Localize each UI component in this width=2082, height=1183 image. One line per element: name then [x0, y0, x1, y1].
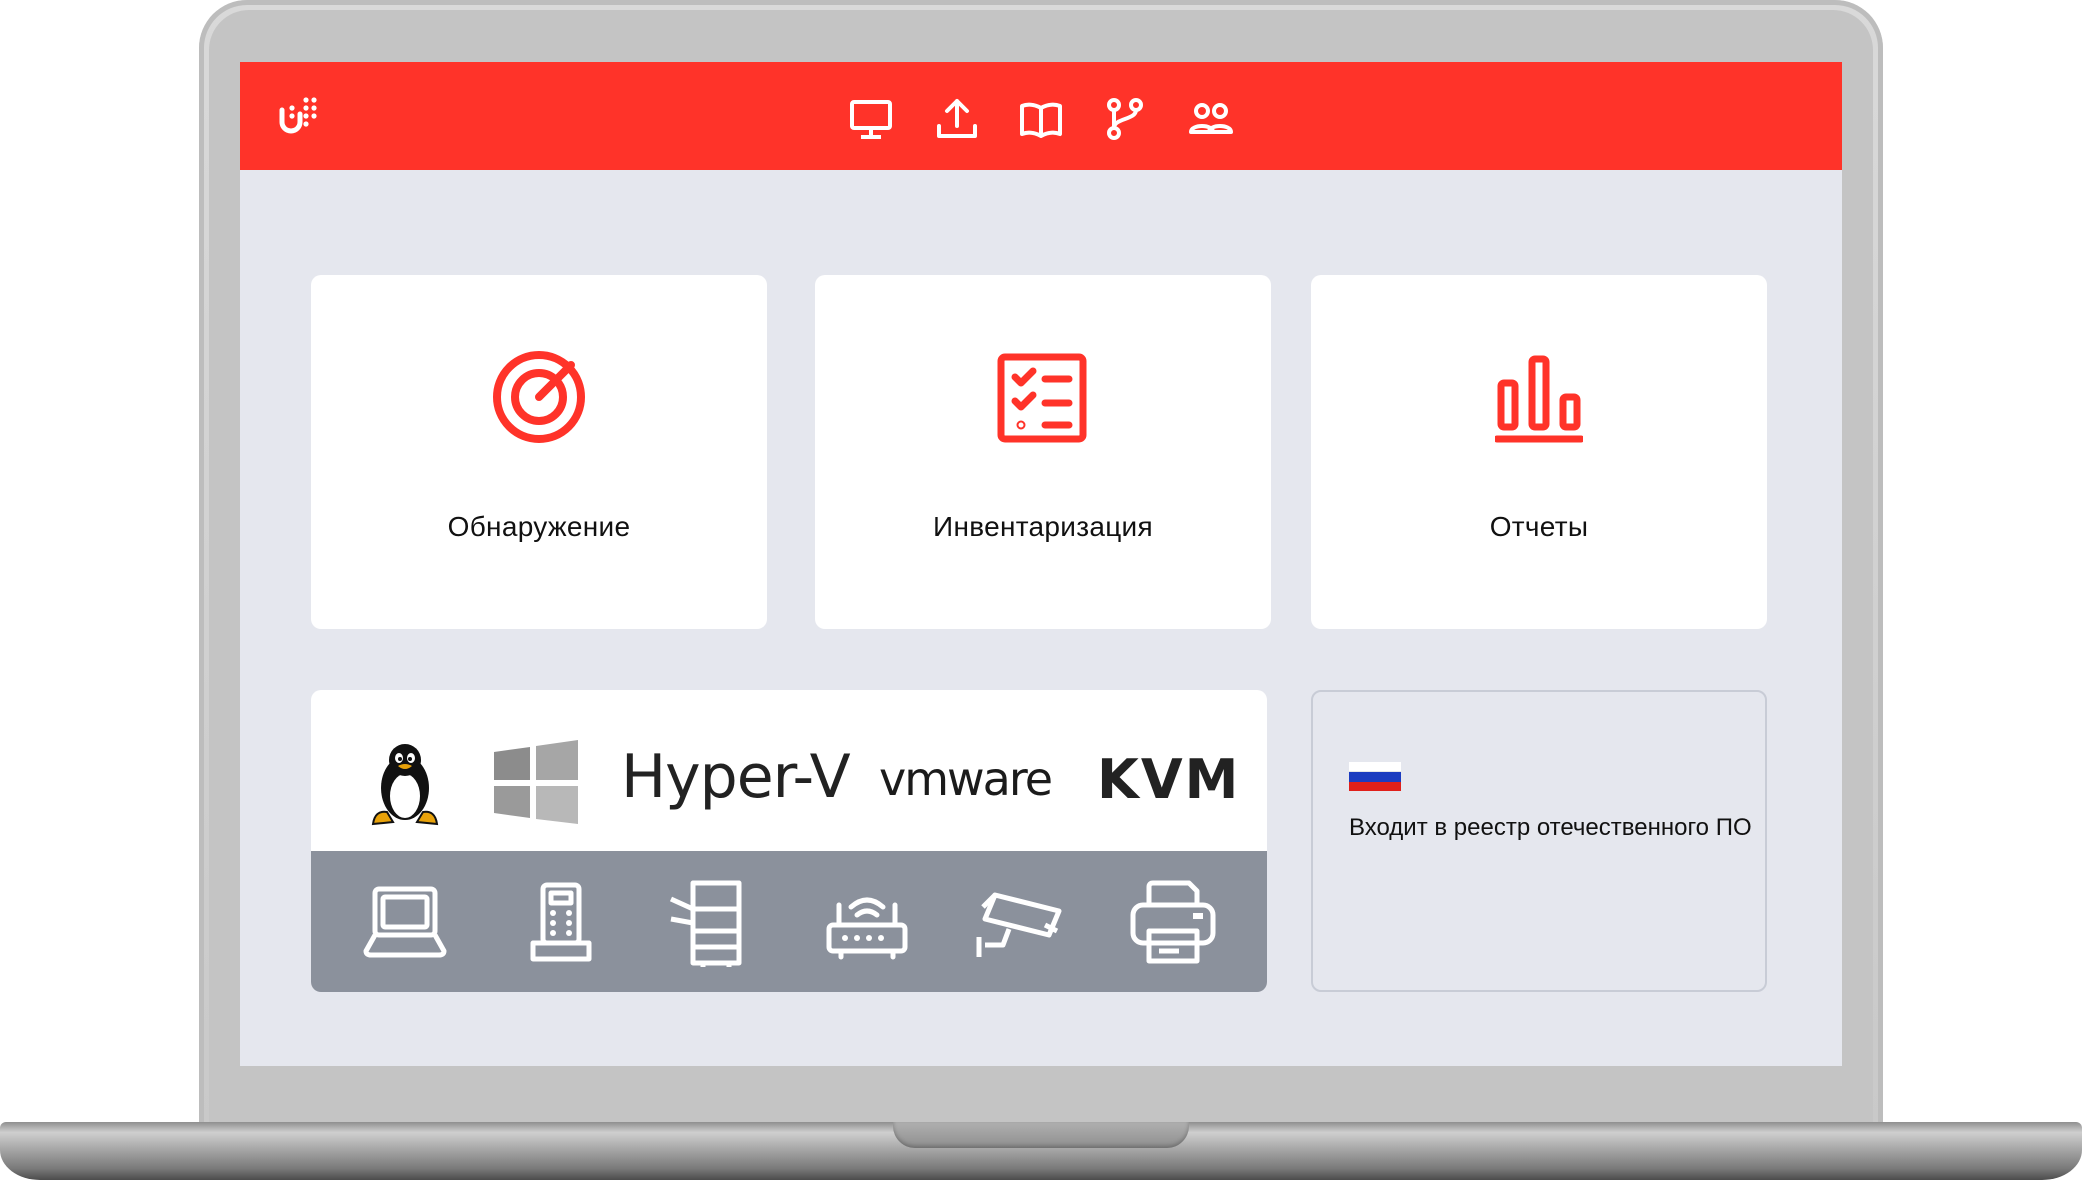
target-icon: [493, 351, 585, 443]
branch-icon[interactable]: [1102, 96, 1148, 142]
platforms-panel: Hyper-V vmware KVM: [311, 690, 1267, 992]
card-discovery[interactable]: Обнаружение: [311, 275, 767, 629]
u-logo-icon[interactable]: [276, 94, 322, 140]
card-title: Инвентаризация: [933, 511, 1153, 542]
card-title: Отчеты: [1489, 511, 1589, 542]
screen: Обнаружение Инвентаризация Отчеты Hyper-…: [240, 62, 1842, 1066]
camera-icon: [976, 892, 1062, 957]
book-icon[interactable]: [1018, 96, 1064, 142]
kvm-logo: KVM: [1097, 748, 1241, 811]
card-inventory[interactable]: Инвентаризация: [815, 275, 1271, 629]
hyperv-logo: Hyper-V: [621, 742, 851, 812]
devices-strip: [311, 851, 1267, 992]
card-title: Обнаружение: [447, 511, 631, 542]
users-icon[interactable]: [1188, 96, 1234, 142]
copier-icon: [669, 880, 742, 967]
russia-flag-icon: [1349, 762, 1401, 791]
laptop-notch: [893, 1122, 1189, 1148]
registry-text: Входит в реестр отечественного ПО: [1349, 814, 1752, 841]
laptop-icon: [363, 886, 447, 958]
bar-chart-icon: [1495, 355, 1583, 443]
registry-panel: Входит в реестр отечественного ПО: [1311, 690, 1767, 992]
windows-logo-icon: [494, 740, 578, 824]
checklist-icon: [997, 353, 1087, 443]
upload-icon[interactable]: [934, 96, 980, 142]
vmware-logo: vmware: [879, 752, 1053, 806]
top-bar: [240, 62, 1842, 170]
linux-tux-icon: [371, 744, 439, 826]
card-reports[interactable]: Отчеты: [1311, 275, 1767, 629]
phone-icon: [530, 882, 592, 962]
printer-icon: [1130, 880, 1216, 964]
monitor-icon[interactable]: [848, 96, 894, 142]
router-icon: [826, 897, 908, 960]
